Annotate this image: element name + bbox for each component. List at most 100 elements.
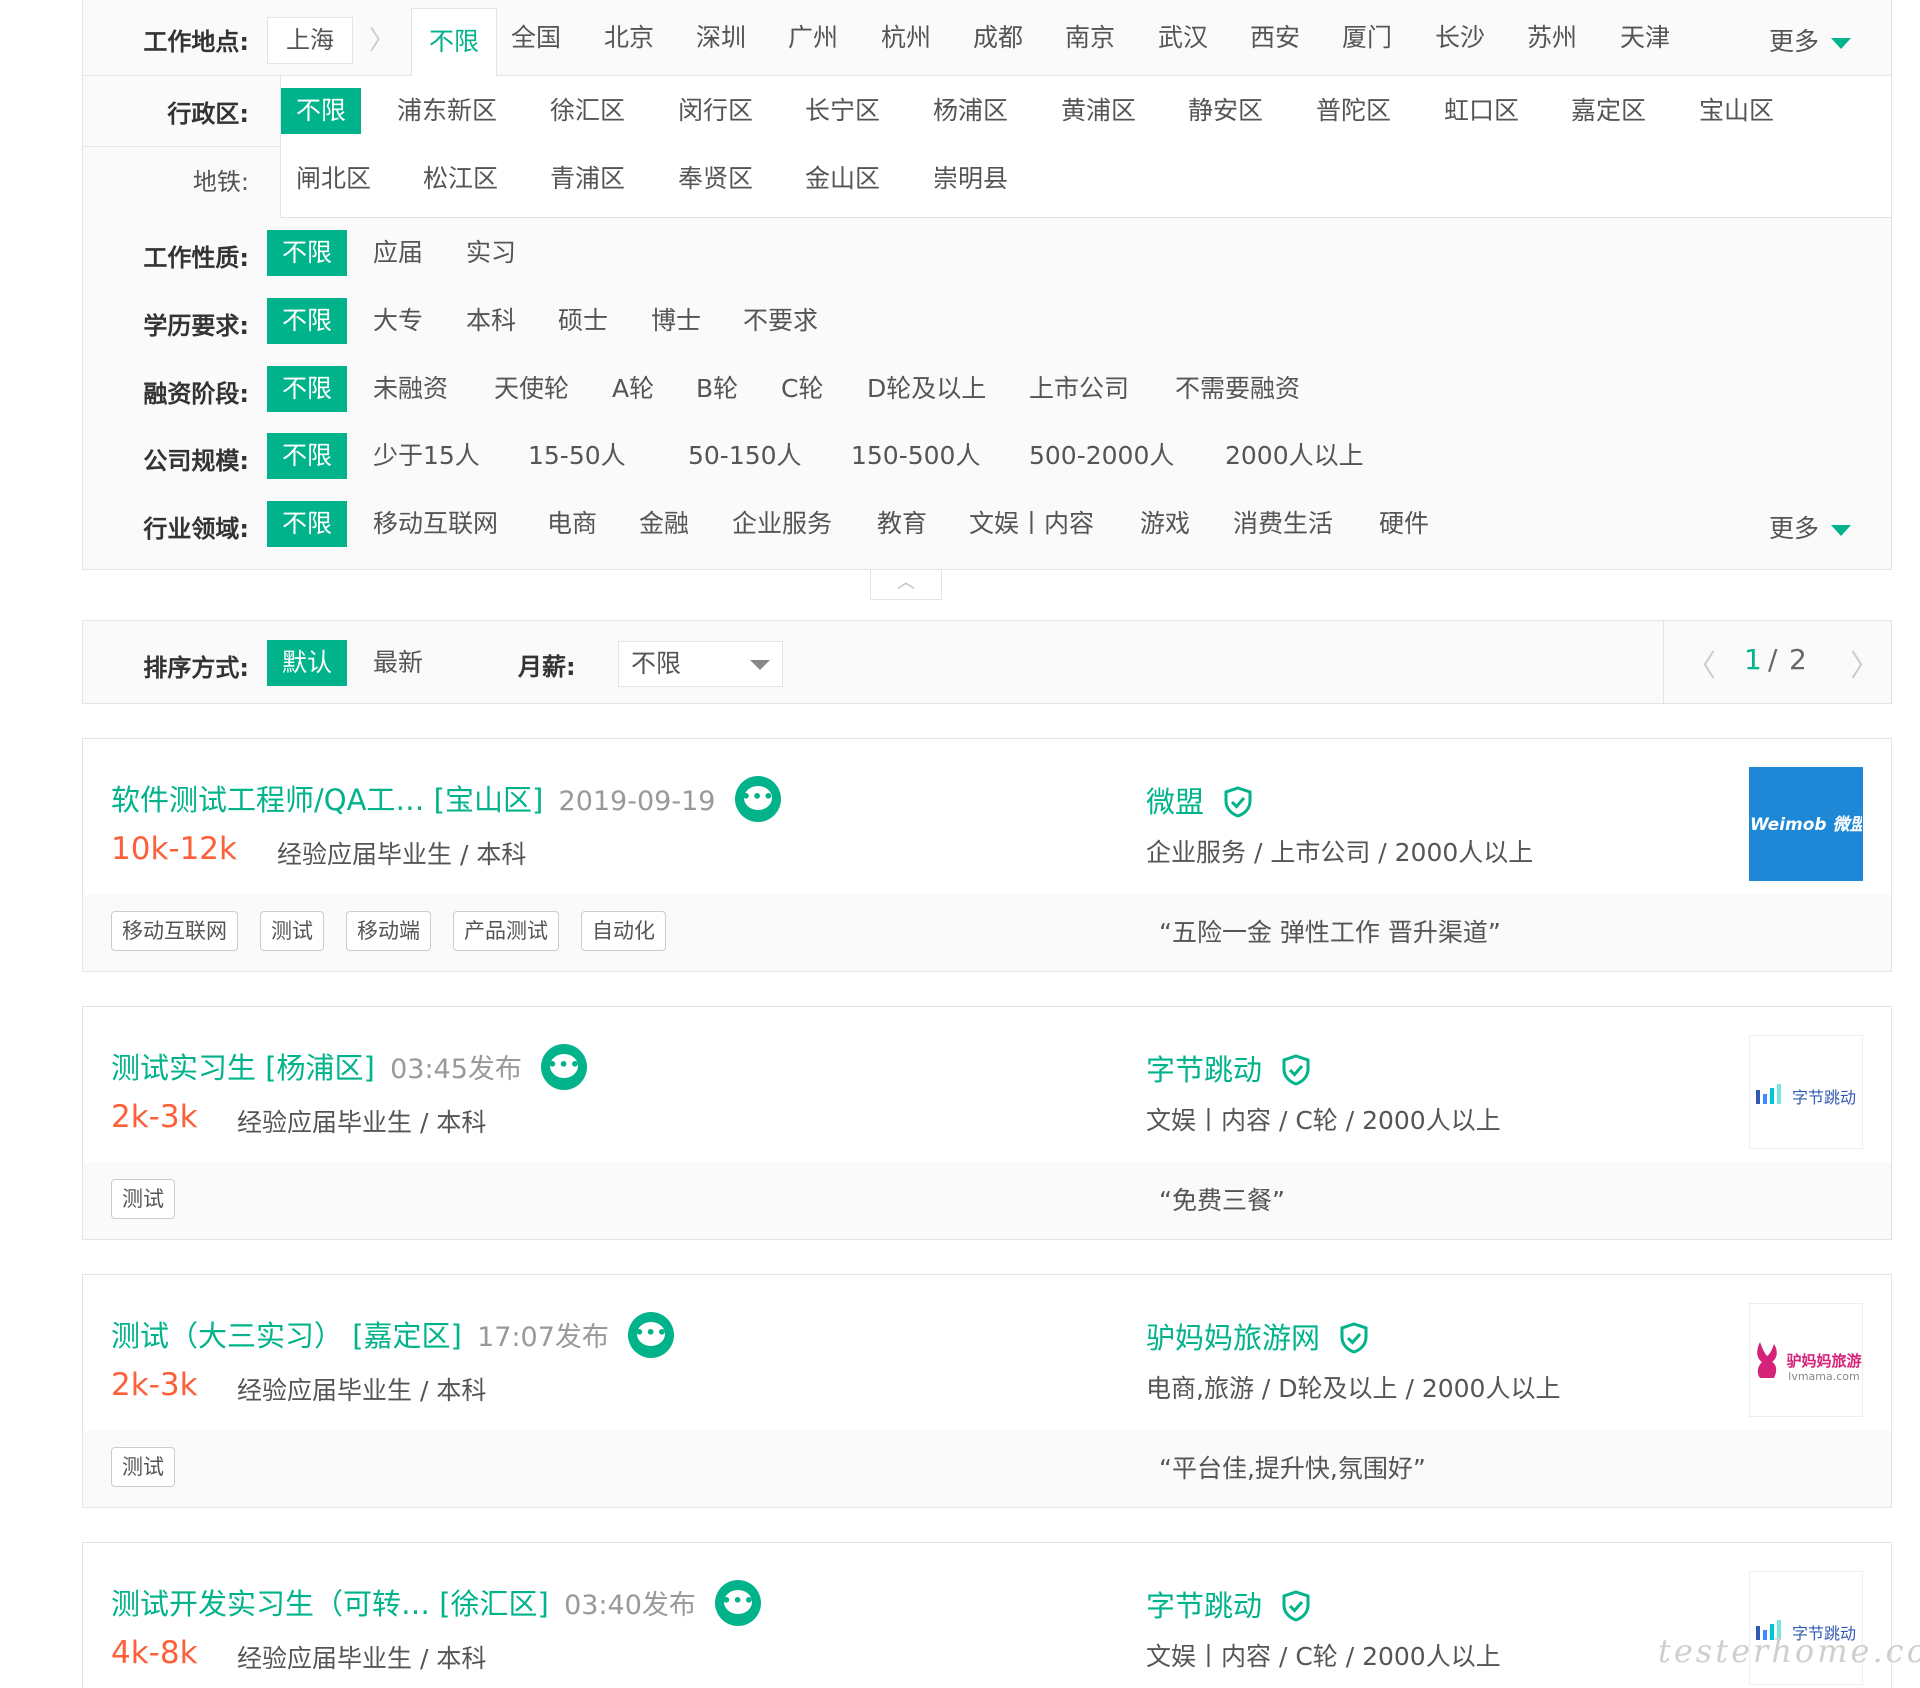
company-name-line[interactable]: 微盟: [1146, 779, 1253, 821]
job-nature-option[interactable]: 应届: [358, 230, 438, 276]
city-option[interactable]: 杭州: [866, 15, 946, 61]
district-option[interactable]: 黄浦区: [1046, 88, 1151, 134]
city-option[interactable]: 南京: [1050, 15, 1130, 61]
city-option[interactable]: 武汉: [1143, 15, 1223, 61]
industry-option[interactable]: 文娱丨内容: [954, 501, 1109, 547]
company-size-option[interactable]: 500-2000人: [1014, 433, 1189, 479]
city-option-unlimited[interactable]: 不限: [411, 8, 497, 77]
company-name[interactable]: 微盟: [1146, 785, 1204, 819]
job-title[interactable]: 测试（大三实习）: [111, 1319, 343, 1353]
funding-option-unlimited[interactable]: 不限: [267, 366, 348, 412]
collapse-filters-button[interactable]: ︿: [870, 570, 942, 600]
district-option[interactable]: 宝山区: [1684, 88, 1789, 134]
funding-option[interactable]: 未融资: [358, 366, 463, 412]
job-tag[interactable]: 测试: [260, 911, 324, 951]
industry-option[interactable]: 硬件: [1364, 501, 1444, 547]
company-name[interactable]: 字节跳动: [1146, 1589, 1262, 1623]
district-option[interactable]: 静安区: [1173, 88, 1278, 134]
district-option[interactable]: 杨浦区: [918, 88, 1023, 134]
district-option[interactable]: 金山区: [790, 156, 895, 202]
city-option[interactable]: 广州: [773, 15, 853, 61]
industry-option[interactable]: 金融: [624, 501, 704, 547]
job-nature-option-unlimited[interactable]: 不限: [267, 230, 348, 276]
salary-select[interactable]: 不限: [618, 641, 783, 687]
district-option[interactable]: 普陀区: [1301, 88, 1406, 134]
more-cities-button[interactable]: 更多: [1769, 22, 1852, 58]
education-option-unlimited[interactable]: 不限: [267, 298, 348, 344]
chat-icon[interactable]: •••: [734, 776, 781, 822]
city-option[interactable]: 天津: [1605, 15, 1685, 61]
chat-icon[interactable]: •••: [541, 1044, 588, 1090]
job-title-line[interactable]: 测试实习生 [杨浦区] 03:45发布 •••: [111, 1044, 588, 1093]
job-tag[interactable]: 产品测试: [453, 911, 559, 951]
company-name-line[interactable]: 字节跳动: [1146, 1583, 1311, 1625]
district-option[interactable]: 青浦区: [535, 156, 640, 202]
education-option[interactable]: 本科: [451, 298, 531, 344]
industry-option[interactable]: 企业服务: [717, 501, 847, 547]
sort-option-default[interactable]: 默认: [267, 640, 348, 686]
job-title[interactable]: 测试实习生: [111, 1051, 256, 1085]
prev-page-icon[interactable]: 〈: [1686, 641, 1716, 685]
district-option[interactable]: 奉贤区: [663, 156, 768, 202]
job-title-line[interactable]: 测试（大三实习） [嘉定区] 17:07发布 •••: [111, 1312, 675, 1361]
funding-option[interactable]: C轮: [766, 366, 838, 412]
district-option[interactable]: 徐汇区: [535, 88, 640, 134]
city-option[interactable]: 苏州: [1512, 15, 1592, 61]
company-size-option[interactable]: 50-150人: [673, 433, 817, 479]
company-logo[interactable]: 驴妈妈旅游 lvmama.com: [1749, 1303, 1863, 1417]
company-size-option[interactable]: 15-50人: [513, 433, 641, 479]
job-card[interactable]: 测试实习生 [杨浦区] 03:45发布 ••• 2k-3k 经验应届毕业生 / …: [82, 1006, 1892, 1240]
company-size-option[interactable]: 150-500人: [836, 433, 995, 479]
job-tag[interactable]: 测试: [111, 1179, 175, 1219]
company-size-option[interactable]: 2000人以上: [1210, 433, 1379, 479]
job-tag[interactable]: 移动互联网: [111, 911, 238, 951]
district-option[interactable]: 松江区: [408, 156, 513, 202]
city-option[interactable]: 长沙: [1420, 15, 1500, 61]
district-option[interactable]: 浦东新区: [382, 88, 512, 134]
district-option[interactable]: 虹口区: [1429, 88, 1534, 134]
company-logo[interactable]: Weimob 微盟: [1749, 767, 1863, 881]
job-title[interactable]: 软件测试工程师/QA工…: [111, 783, 424, 817]
current-city-button[interactable]: 上海: [267, 17, 353, 64]
job-title[interactable]: 测试开发实习生（可转…: [111, 1587, 430, 1621]
company-name[interactable]: 字节跳动: [1146, 1053, 1262, 1087]
industry-option[interactable]: 游戏: [1125, 501, 1205, 547]
district-option-unlimited[interactable]: 不限: [281, 88, 362, 134]
chat-icon[interactable]: •••: [628, 1312, 675, 1358]
district-option[interactable]: 长宁区: [790, 88, 895, 134]
job-card[interactable]: 测试开发实习生（可转… [徐汇区] 03:40发布 ••• 4k-8k 经验应届…: [82, 1542, 1892, 1688]
city-option[interactable]: 成都: [958, 15, 1038, 61]
industry-option[interactable]: 移动互联网: [358, 501, 513, 547]
industry-option[interactable]: 电商: [532, 501, 612, 547]
district-option[interactable]: 嘉定区: [1556, 88, 1661, 134]
job-tag[interactable]: 移动端: [346, 911, 431, 951]
industry-option[interactable]: 消费生活: [1218, 501, 1348, 547]
city-option[interactable]: 厦门: [1327, 15, 1407, 61]
company-name-line[interactable]: 驴妈妈旅游网: [1146, 1315, 1369, 1357]
funding-option[interactable]: 天使轮: [479, 366, 584, 412]
funding-option[interactable]: A轮: [597, 366, 669, 412]
education-option[interactable]: 硕士: [543, 298, 623, 344]
industry-option-unlimited[interactable]: 不限: [267, 501, 348, 547]
company-name[interactable]: 驴妈妈旅游网: [1146, 1321, 1320, 1355]
industry-option[interactable]: 教育: [862, 501, 942, 547]
funding-option[interactable]: 不需要融资: [1160, 366, 1315, 412]
sort-option-newest[interactable]: 最新: [358, 640, 438, 686]
job-tag[interactable]: 自动化: [581, 911, 666, 951]
city-option[interactable]: 北京: [589, 15, 669, 61]
job-card[interactable]: 软件测试工程师/QA工… [宝山区] 2019-09-19 ••• 10k-12…: [82, 738, 1892, 972]
funding-option[interactable]: 上市公司: [1014, 366, 1144, 412]
more-industries-button[interactable]: 更多: [1769, 509, 1852, 545]
next-page-icon[interactable]: 〉: [1850, 641, 1880, 685]
chat-icon[interactable]: •••: [715, 1580, 762, 1626]
education-option[interactable]: 博士: [636, 298, 716, 344]
job-card[interactable]: 测试（大三实习） [嘉定区] 17:07发布 ••• 2k-3k 经验应届毕业生…: [82, 1274, 1892, 1508]
city-option[interactable]: 深圳: [681, 15, 761, 61]
company-logo[interactable]: 字节跳动: [1749, 1035, 1863, 1149]
company-size-option-unlimited[interactable]: 不限: [267, 433, 348, 479]
district-option[interactable]: 崇明县: [918, 156, 1023, 202]
district-option[interactable]: 闸北区: [281, 156, 386, 202]
company-size-option[interactable]: 少于15人: [358, 433, 495, 479]
job-title-line[interactable]: 软件测试工程师/QA工… [宝山区] 2019-09-19 •••: [111, 776, 781, 825]
city-option[interactable]: 西安: [1235, 15, 1315, 61]
